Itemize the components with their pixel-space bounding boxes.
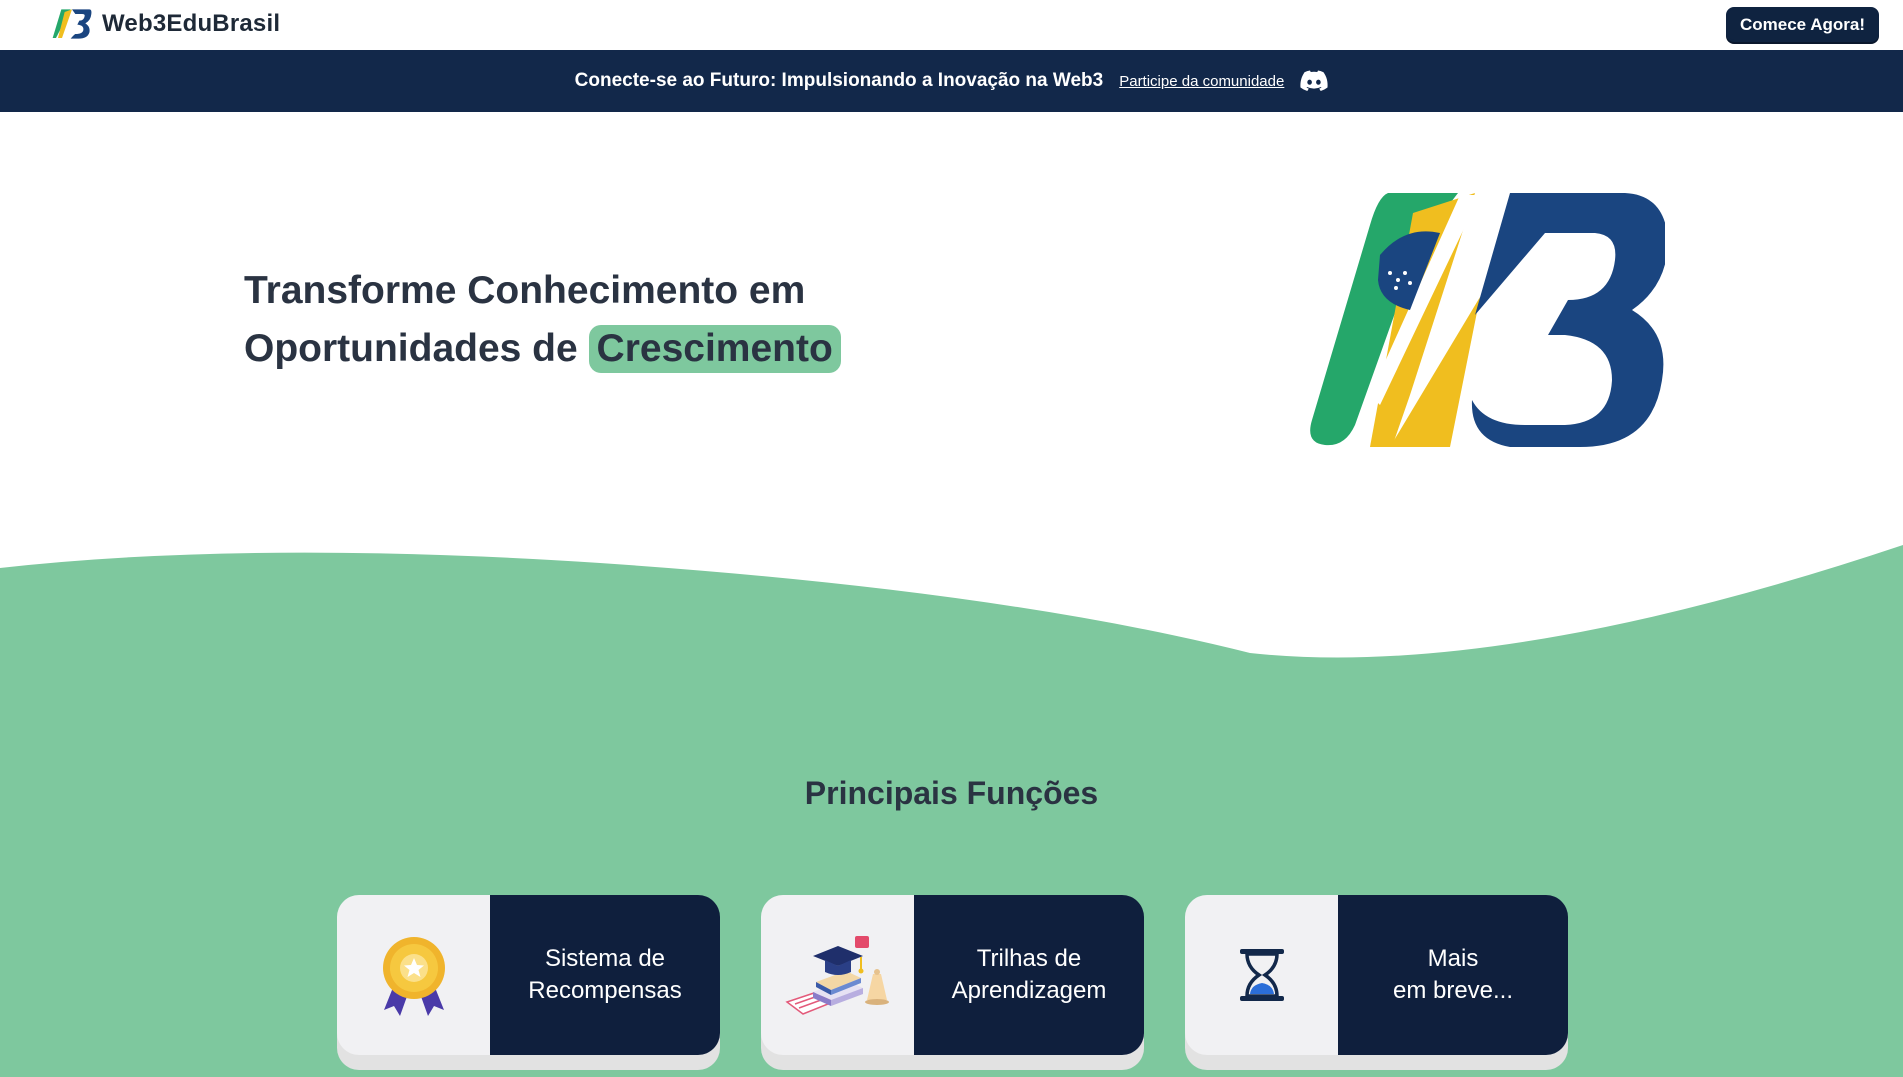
top-header: Web3EduBrasil Comece Agora! [0,0,1903,50]
hero-title-line1: Transforme Conhecimento em [244,269,806,312]
graduation-books-icon [784,936,889,1015]
feature-card-line1: Sistema de [544,945,666,972]
community-link[interactable]: Participe da comunidade [1119,73,1284,90]
feature-card-line1: Trilhas de [976,945,1082,972]
feature-card-learning-paths[interactable]: Trilhas de Aprendizagem [761,895,1144,1070]
web3edubrasil-logo-icon [52,9,92,39]
wave-divider [0,545,1903,695]
announcement-text: Conecte-se ao Futuro: Impulsionando a In… [574,70,1104,91]
feature-card-line2: Aprendizagem [951,977,1107,1004]
hero-title: Transforme Conhecimento em Oportunidades… [244,262,841,378]
medal-icon [382,937,445,1016]
hourglass-icon [1239,949,1284,1001]
hero-title-prefix: Oportunidades de [244,327,578,370]
feature-card-line1: Mais [1427,945,1479,972]
feature-card-coming-soon[interactable]: Mais em breve... [1185,895,1568,1070]
hero-title-line2: Oportunidades de Crescimento [244,320,841,378]
brand[interactable]: Web3EduBrasil [52,6,280,42]
feature-card-line2: em breve... [1392,977,1514,1004]
features-title: Principais Funções [804,775,1099,811]
feature-card-rewards[interactable]: Sistema de Recompensas [337,895,720,1070]
announcement-bar: Conecte-se ao Futuro: Impulsionando a In… [0,50,1903,112]
discord-icon[interactable] [1300,70,1328,92]
hero-title-highlight: Crescimento [588,325,841,373]
hero-logo-icon [1310,193,1665,447]
feature-card-line2: Recompensas [528,977,682,1004]
brand-name: Web3EduBrasil [102,10,281,37]
get-started-button[interactable]: Comece Agora! [1725,7,1879,42]
